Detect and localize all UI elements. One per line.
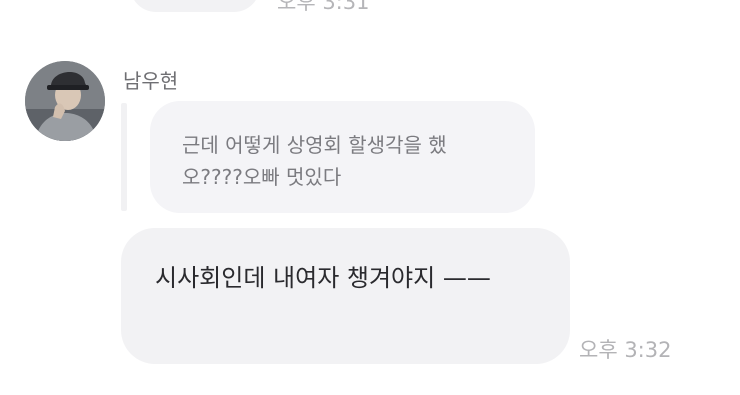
- avatar-photo-icon: [25, 61, 105, 141]
- reply-indicator-bar: [121, 103, 127, 211]
- chat-screen: 오후 3:31 남우현 근데 어떻게 상영회 할생각을 했 오????오빠 멋있…: [0, 0, 740, 395]
- message-bubble[interactable]: 시사회인데 내여자 챙겨야지 ——: [121, 228, 570, 364]
- quoted-message-text: 근데 어떻게 상영회 할생각을 했 오????오빠 멋있다: [182, 133, 447, 189]
- previous-message-bubble[interactable]: [130, 0, 260, 12]
- sender-name: 남우현: [123, 69, 179, 93]
- message-text: 시사회인데 내여자 챙겨야지 ——: [155, 264, 491, 292]
- sender-avatar[interactable]: [25, 61, 105, 141]
- previous-message-time: 오후 3:31: [277, 0, 370, 14]
- message-time: 오후 3:32: [579, 338, 672, 362]
- quoted-message-bubble[interactable]: 근데 어떻게 상영회 할생각을 했 오????오빠 멋있다: [150, 101, 535, 213]
